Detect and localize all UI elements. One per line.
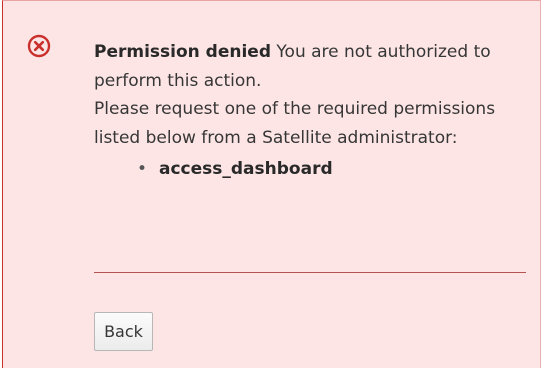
divider [94,272,526,273]
alert-title: Permission denied [94,42,272,62]
alert-message: Permission denied You are not authorized… [94,38,524,95]
error-circle-icon [27,34,51,58]
permission-request-text: Please request one of the required permi… [94,99,496,148]
back-button[interactable]: Back [94,312,153,351]
alert-body: Permission denied You are not authorized… [94,38,524,183]
permission-list: • access_dashboard [94,155,524,183]
permission-name: access_dashboard [159,159,333,179]
permission-item: • access_dashboard [137,155,524,183]
list-bullet: • [137,159,148,179]
permission-denied-alert: Permission denied You are not authorized… [2,0,541,368]
